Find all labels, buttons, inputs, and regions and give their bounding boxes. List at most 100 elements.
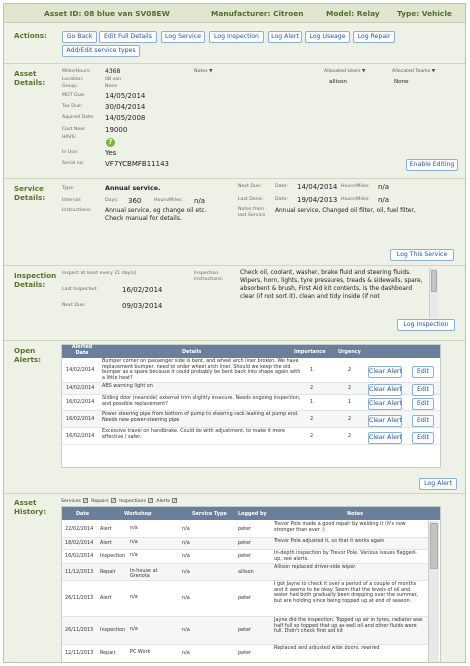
col-service-type: Service Type: [192, 511, 227, 517]
asset-history-table: Date Workshop Service Type Logged by Not…: [61, 506, 441, 662]
allocated-users-toggle[interactable]: Allocated Users ▼: [324, 69, 366, 74]
history-workshop: n/a: [130, 594, 138, 600]
alert-date: 16/02/2014: [66, 415, 95, 422]
history-row: 16/02/2014 Inspection n/a n/a peter In-depth …: [62, 550, 428, 564]
alert-details: ABS warning light on: [102, 383, 153, 389]
notes-toggle[interactable]: Notes ▼: [194, 69, 213, 74]
cost-new-value: 19000: [105, 126, 128, 134]
next-hm-value: n/a: [378, 183, 390, 191]
open-alerts-label: Open Alerts:: [14, 346, 42, 364]
history-row: 18/02/2014 Alert n/a n/a peter Trevor Pole ad…: [62, 538, 428, 550]
havs-help-icon[interactable]: ?: [106, 138, 115, 147]
history-row: 11/12/2013 Repair In-house at Grenota n/a al…: [62, 564, 428, 581]
history-date: 11/12/2013: [65, 568, 94, 575]
col-details: Details: [182, 349, 202, 355]
history-date: 22/02/2014: [65, 525, 94, 532]
alert-importance: 2: [310, 385, 314, 391]
last-hm-value: n/a: [378, 196, 390, 204]
service-instructions: Annual service, eg change oil etc. Check…: [105, 207, 207, 222]
history-notes: I got Jayne to check it over a period of…: [274, 581, 419, 604]
history-service-type: n/a: [182, 525, 190, 532]
go-back-button[interactable]: Go Back: [62, 31, 97, 43]
mot-due-value: 14/05/2014: [105, 92, 146, 100]
group-value: None: [105, 84, 118, 89]
alert-importance: 1: [310, 399, 314, 405]
log-alert-section-button[interactable]: Log Alert: [419, 478, 457, 490]
log-service-button[interactable]: Log Service: [161, 31, 205, 43]
col-notes: Notes: [347, 511, 364, 517]
alert-urgency: 2: [348, 366, 352, 373]
history-type: Alert: [100, 525, 112, 532]
filter-inspections-label: Inspections: [119, 499, 146, 504]
alert-urgency: 2: [348, 385, 352, 391]
history-row: 12/11/2013 Repair PC Work n/a peter Replaced …: [62, 645, 428, 662]
history-date: 26/11/2013: [65, 595, 94, 601]
scrollbar-thumb[interactable]: [431, 270, 437, 292]
col-workshop: Workshop: [124, 511, 152, 517]
col-importance: Importance: [294, 349, 326, 355]
asset-panel: Asset ID: 08 blue van SV08EW Manufacture…: [3, 3, 466, 663]
filter-services-checkbox[interactable]: [82, 498, 88, 503]
alert-details: Sliding door (nearside) external trim sl…: [102, 395, 301, 407]
history-logged-by: peter: [238, 553, 252, 559]
filter-repairs-checkbox[interactable]: [110, 498, 116, 503]
allocated-teams-toggle[interactable]: Allocated Teams ▼: [392, 69, 435, 74]
edit-alert-button[interactable]: Edit: [412, 414, 434, 427]
actions-section: Actions: Go Back Edit Full Details Log S…: [4, 23, 465, 63]
add-edit-service-types-button[interactable]: Add/Edit service types: [62, 45, 140, 57]
log-this-service-button[interactable]: Log This Service: [390, 249, 454, 261]
service-details-label: Service Details:: [14, 184, 46, 202]
alert-row: 14/02/2014 ABS warning light on 2 2 Clear Al…: [62, 383, 440, 396]
history-scrollbar-thumb[interactable]: [430, 523, 438, 569]
instructions-label: Instructions:: [62, 208, 92, 213]
log-useage-button[interactable]: Log Useage: [305, 31, 350, 43]
edit-alert-button[interactable]: Edit: [412, 365, 434, 378]
log-alert-button[interactable]: Log Alert: [268, 31, 302, 43]
history-type: Alert: [100, 595, 112, 601]
allocated-teams-value: None: [394, 79, 409, 85]
filter-alerts-checkbox[interactable]: [172, 498, 177, 503]
history-filters: Services Repairs Inspections Alerts: [61, 498, 179, 504]
next-date-label: Date:: [275, 184, 288, 189]
history-logged-by: allison: [238, 568, 254, 575]
clear-alert-button[interactable]: Clear Alert: [368, 365, 402, 378]
log-repair-button[interactable]: Log Repair: [353, 31, 395, 43]
edit-alert-button[interactable]: Edit: [412, 431, 434, 444]
edit-alert-button[interactable]: Edit: [412, 398, 434, 410]
history-scrollbar[interactable]: [428, 521, 439, 662]
tax-due-value: 30/04/2014: [105, 103, 146, 111]
clear-alert-button[interactable]: Clear Alert: [368, 414, 402, 427]
history-notes: In-depth inspection by Trevor Pole. Vari…: [274, 550, 417, 562]
filter-inspections-checkbox[interactable]: [147, 498, 153, 503]
history-service-type: n/a: [182, 568, 190, 575]
history-date: 16/02/2014: [65, 553, 94, 559]
alert-urgency: 2: [348, 432, 352, 439]
enable-editing-button[interactable]: Enable Editing: [406, 159, 458, 171]
serial-label: Serial no:: [62, 161, 85, 166]
history-service-type: n/a: [182, 540, 190, 546]
inspection-frequency: Inspect at least every 21 day(s): [62, 271, 137, 276]
log-inspection-button[interactable]: Log Inspection: [209, 31, 264, 43]
instructions-scrollbar[interactable]: [429, 268, 438, 318]
history-type: Alert: [100, 540, 112, 546]
history-row: 26/11/2013 Alert n/a n/a peter I got Jayne to…: [62, 581, 428, 617]
history-service-type: n/a: [182, 650, 190, 656]
filter-services-label: Services: [61, 499, 81, 504]
history-date: 12/11/2013: [65, 650, 94, 656]
col-logged-by: Logged by: [238, 511, 267, 517]
service-type-label: Type:: [62, 186, 75, 191]
history-table-header: Date Workshop Service Type Logged by Not…: [62, 507, 440, 520]
history-logged-by: peter: [238, 525, 252, 532]
miles-hours-label: Miles/Hours:: [62, 69, 91, 74]
filter-alerts-label: Alerts: [156, 499, 170, 504]
history-row: 26/11/2013 Inspection n/a n/a peter Jayne did…: [62, 617, 428, 645]
log-inspection-section-button[interactable]: Log Inspection: [397, 319, 455, 331]
service-details-section: Service Details: Type: Annual service. I…: [4, 178, 465, 265]
next-due-label: Next Due:: [238, 184, 262, 189]
edit-full-details-button[interactable]: Edit Full Details: [99, 31, 157, 43]
clear-alert-button[interactable]: Clear Alert: [368, 398, 402, 410]
history-service-type: n/a: [182, 553, 190, 559]
last-done-date: 19/04/2013: [297, 196, 338, 204]
days-label: Days:: [105, 198, 119, 203]
clear-alert-button[interactable]: Clear Alert: [368, 431, 402, 444]
